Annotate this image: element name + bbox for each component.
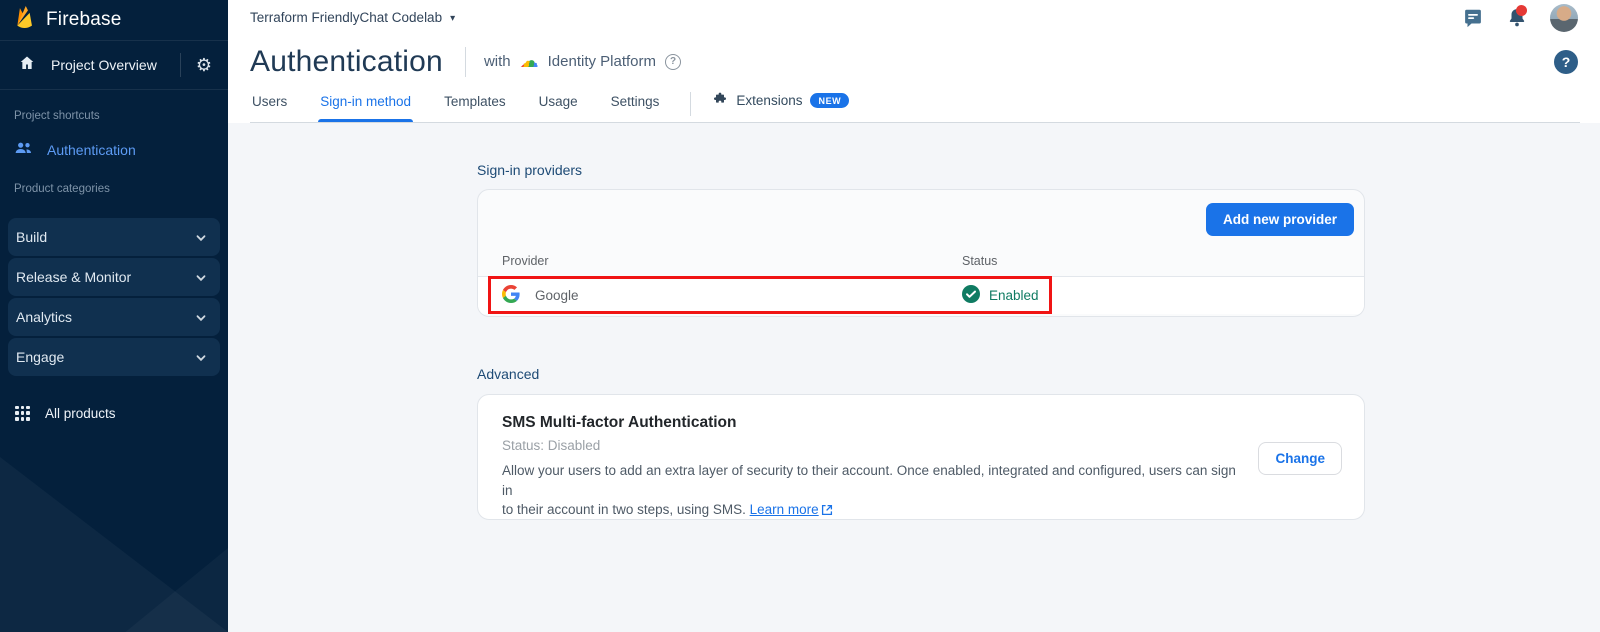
- sms-mfa-card: SMS Multi-factor Authentication Status: …: [477, 394, 1365, 520]
- sign-in-providers-card: Add new provider Provider Status: [477, 189, 1365, 317]
- google-logo-icon: [502, 285, 520, 306]
- sms-mfa-status: Status: Disabled: [502, 438, 1340, 453]
- provider-status-cell: Enabled: [962, 285, 1039, 306]
- category-list: Build Release & Monitor Analytics Engage: [0, 218, 228, 376]
- content: Sign-in providers Add new provider Provi…: [228, 123, 1600, 520]
- tab-label: Sign-in method: [320, 94, 411, 109]
- product-categories-label: Product categories: [0, 183, 228, 195]
- firebase-flame-icon: [14, 4, 35, 36]
- breadcrumb-project-name: Terraform FriendlyChat Codelab: [250, 10, 442, 25]
- tab-label: Templates: [444, 94, 506, 109]
- sidebar-item-authentication[interactable]: Authentication: [0, 137, 228, 163]
- providers-table-header: Provider Status: [478, 246, 1364, 276]
- tab-extensions[interactable]: Extensions NEW: [712, 90, 849, 122]
- tab-users[interactable]: Users: [250, 94, 289, 122]
- sidebar-category-analytics[interactable]: Analytics: [8, 298, 220, 336]
- page-title: Authentication: [250, 45, 443, 79]
- tab-bar: Users Sign-in method Templates Usage Set…: [250, 83, 1580, 123]
- provider-column-header: Provider: [478, 254, 962, 268]
- change-button[interactable]: Change: [1258, 442, 1342, 475]
- divider: [465, 47, 466, 77]
- tab-templates[interactable]: Templates: [442, 94, 508, 122]
- identity-platform-caption: with ☁ Identity Platform ?: [484, 52, 681, 71]
- sidebar-category-engage[interactable]: Engage: [8, 338, 220, 376]
- sms-mfa-description: Allow your users to add an extra layer o…: [502, 461, 1242, 522]
- sms-mfa-title: SMS Multi-factor Authentication: [502, 414, 1340, 432]
- firebase-home-link[interactable]: Firebase: [0, 0, 228, 41]
- project-shortcuts-label: Project shortcuts: [0, 110, 228, 122]
- extensions-label: Extensions: [736, 93, 802, 108]
- category-label: Release & Monitor: [16, 269, 131, 285]
- page-header: Terraform FriendlyChat Codelab ▾: [228, 0, 1600, 123]
- tab-sign-in-method[interactable]: Sign-in method: [318, 94, 413, 122]
- avatar[interactable]: [1550, 4, 1578, 32]
- puzzle-icon: [712, 90, 728, 111]
- category-label: Analytics: [16, 309, 72, 325]
- all-products-label: All products: [45, 406, 116, 421]
- notifications-bell-icon[interactable]: [1506, 6, 1528, 29]
- chevron-down-icon: [195, 311, 207, 323]
- title-row: Authentication with ☁ Identity Platform …: [228, 35, 1600, 83]
- advanced-heading: Advanced: [477, 366, 1600, 382]
- cloud-icon: ☁: [520, 52, 539, 71]
- apps-grid-icon: [15, 406, 30, 421]
- help-circle-icon[interactable]: ?: [1554, 50, 1578, 74]
- authentication-shortcut-label: Authentication: [47, 142, 136, 158]
- divider: [690, 92, 691, 116]
- project-overview-label: Project Overview: [51, 57, 180, 73]
- description-line-2: to their account in two steps, using SMS…: [502, 502, 746, 517]
- tab-label: Settings: [611, 94, 660, 109]
- providers-card-toolbar: Add new provider: [478, 190, 1364, 246]
- topbar-actions: [1462, 4, 1578, 32]
- with-label: with: [484, 53, 511, 70]
- tab-settings[interactable]: Settings: [609, 94, 662, 122]
- description-line-1: Allow your users to add an extra layer o…: [502, 461, 1242, 500]
- chevron-down-icon: [195, 351, 207, 363]
- tab-label: Users: [252, 94, 287, 109]
- tab-usage[interactable]: Usage: [537, 94, 580, 122]
- status-column-header: Status: [962, 254, 997, 268]
- release-notes-icon[interactable]: [1462, 7, 1484, 29]
- provider-status: Enabled: [989, 288, 1039, 303]
- firebase-console-page: Firebase Project Overview ⚙ Project shor…: [0, 0, 1600, 632]
- notification-dot: [1516, 5, 1527, 16]
- provider-name: Google: [535, 288, 579, 303]
- learn-more-link[interactable]: Learn more: [750, 502, 819, 517]
- people-icon: [14, 141, 34, 160]
- sign-in-providers-heading: Sign-in providers: [477, 162, 1600, 178]
- home-icon: [18, 54, 36, 77]
- external-link-icon: [821, 504, 833, 519]
- help-outline-icon[interactable]: ?: [665, 54, 681, 70]
- description-line-2-wrap: to their account in two steps, using SMS…: [502, 500, 1242, 522]
- category-label: Engage: [16, 349, 64, 365]
- chevron-down-icon: [195, 271, 207, 283]
- brand-wordmark: Firebase: [46, 9, 122, 31]
- add-new-provider-button[interactable]: Add new provider: [1206, 203, 1354, 236]
- chevron-down-icon: [195, 231, 207, 243]
- new-badge: NEW: [810, 93, 849, 108]
- project-selector[interactable]: Terraform FriendlyChat Codelab ▾: [250, 10, 455, 25]
- sidebar-item-all-products[interactable]: All products: [0, 398, 228, 428]
- divider: [180, 53, 181, 77]
- check-circle-icon: [962, 285, 980, 306]
- topbar: Terraform FriendlyChat Codelab ▾: [228, 0, 1600, 35]
- provider-row-google[interactable]: Google Enabled: [478, 277, 1364, 314]
- sidebar-category-build[interactable]: Build: [8, 218, 220, 256]
- main-area: Terraform FriendlyChat Codelab ▾: [228, 0, 1600, 632]
- category-label: Build: [16, 229, 47, 245]
- sidebar-item-project-overview[interactable]: Project Overview ⚙: [0, 41, 228, 90]
- tab-label: Usage: [539, 94, 578, 109]
- sidebar-decoration: [0, 457, 228, 632]
- active-tab-indicator: [318, 119, 413, 122]
- gear-icon[interactable]: ⚙: [196, 56, 212, 74]
- sidebar: Firebase Project Overview ⚙ Project shor…: [0, 0, 228, 632]
- provider-name-cell: Google: [478, 285, 962, 306]
- identity-platform-label: Identity Platform: [548, 53, 656, 70]
- sidebar-category-release-monitor[interactable]: Release & Monitor: [8, 258, 220, 296]
- caret-down-icon: ▾: [450, 12, 455, 24]
